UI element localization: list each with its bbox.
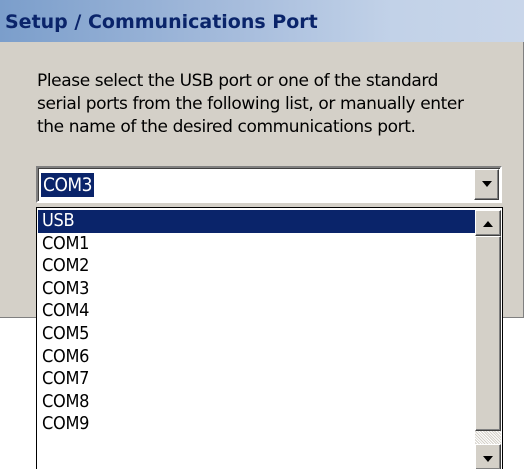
- list-item-com3[interactable]: COM3: [38, 278, 476, 301]
- list-item-com4[interactable]: COM4: [38, 300, 476, 323]
- chevron-down-icon: [481, 181, 492, 187]
- list-item-com8[interactable]: COM8: [38, 391, 476, 414]
- list-item-com6[interactable]: COM6: [38, 346, 476, 369]
- list-item-usb[interactable]: USB: [38, 210, 476, 233]
- instructions-line: serial ports from the following list, or…: [37, 94, 464, 114]
- list-scrollbar[interactable]: [475, 210, 501, 469]
- arrow-up-icon: [483, 221, 493, 227]
- list-item-com7[interactable]: COM7: [38, 368, 476, 391]
- port-dropdown-list[interactable]: USB COM1 COM2 COM3 COM4 COM5 COM6 COM7 C…: [36, 207, 503, 469]
- arrow-down-icon: [483, 456, 493, 462]
- scroll-up-button[interactable]: [475, 210, 501, 236]
- port-input[interactable]: COM3: [41, 173, 95, 197]
- title-bar[interactable]: Setup / Communications Port: [0, 0, 524, 42]
- instructions-line: Please select the USB port or one of the…: [37, 71, 439, 91]
- combo-dropdown-button[interactable]: [474, 169, 499, 200]
- port-list: USB COM1 COM2 COM3 COM4 COM5 COM6 COM7 C…: [38, 210, 476, 436]
- instructions-text: Please select the USB port or one of the…: [37, 70, 517, 139]
- port-combobox[interactable]: COM3: [36, 166, 502, 203]
- list-item-com9[interactable]: COM9: [38, 413, 476, 436]
- scroll-down-button[interactable]: [475, 444, 501, 469]
- instructions-line: the name of the desired communications p…: [37, 117, 416, 137]
- list-item-com5[interactable]: COM5: [38, 323, 476, 346]
- dialog-title: Setup / Communications Port: [5, 11, 318, 33]
- scroll-thumb[interactable]: [475, 236, 501, 431]
- list-item-com1[interactable]: COM1: [38, 233, 476, 256]
- list-item-com2[interactable]: COM2: [38, 255, 476, 278]
